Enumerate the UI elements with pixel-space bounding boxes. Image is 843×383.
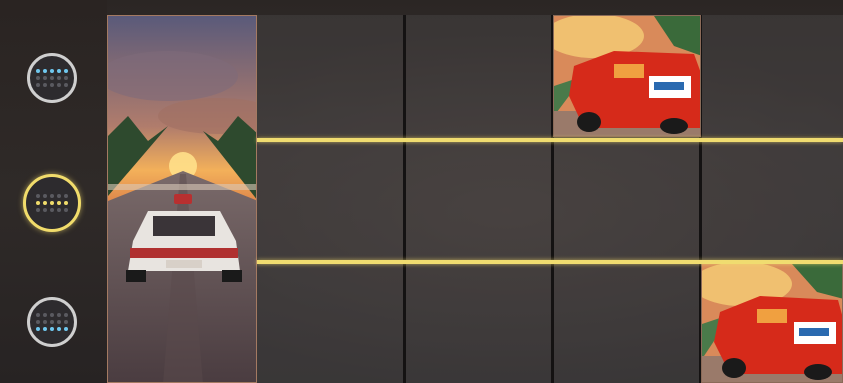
red-sports-car-art (554, 16, 700, 136)
slot-game-board (0, 0, 843, 383)
red-sports-car-icon (701, 263, 843, 383)
payline-bottom (257, 260, 843, 264)
reel-cell (257, 139, 404, 259)
row-top-dots-icon (36, 69, 68, 87)
row-bottom-dots-icon (36, 313, 68, 331)
reel-cell (257, 15, 404, 135)
row-bottom-button[interactable] (27, 297, 77, 347)
red-sports-car-art (702, 264, 842, 382)
reel-cell (405, 15, 552, 135)
reel-divider (403, 15, 406, 383)
reel-cell (553, 139, 700, 259)
reel-grid (107, 15, 843, 383)
sunset-highway-car-icon (107, 15, 257, 383)
reel-cell (405, 263, 552, 383)
payline-top (257, 138, 843, 142)
row-selector-rail (0, 0, 107, 383)
red-sports-car-icon (553, 15, 701, 137)
sunset-highway-car-art (108, 16, 256, 382)
reel-cell (553, 263, 700, 383)
row-middle-dots-icon (36, 194, 68, 212)
reel-cell (701, 15, 843, 135)
row-middle-button[interactable] (23, 174, 81, 232)
reel-cell (405, 139, 552, 259)
reel-cell (257, 263, 404, 383)
row-top-button[interactable] (27, 53, 77, 103)
reel-cell (701, 139, 843, 259)
